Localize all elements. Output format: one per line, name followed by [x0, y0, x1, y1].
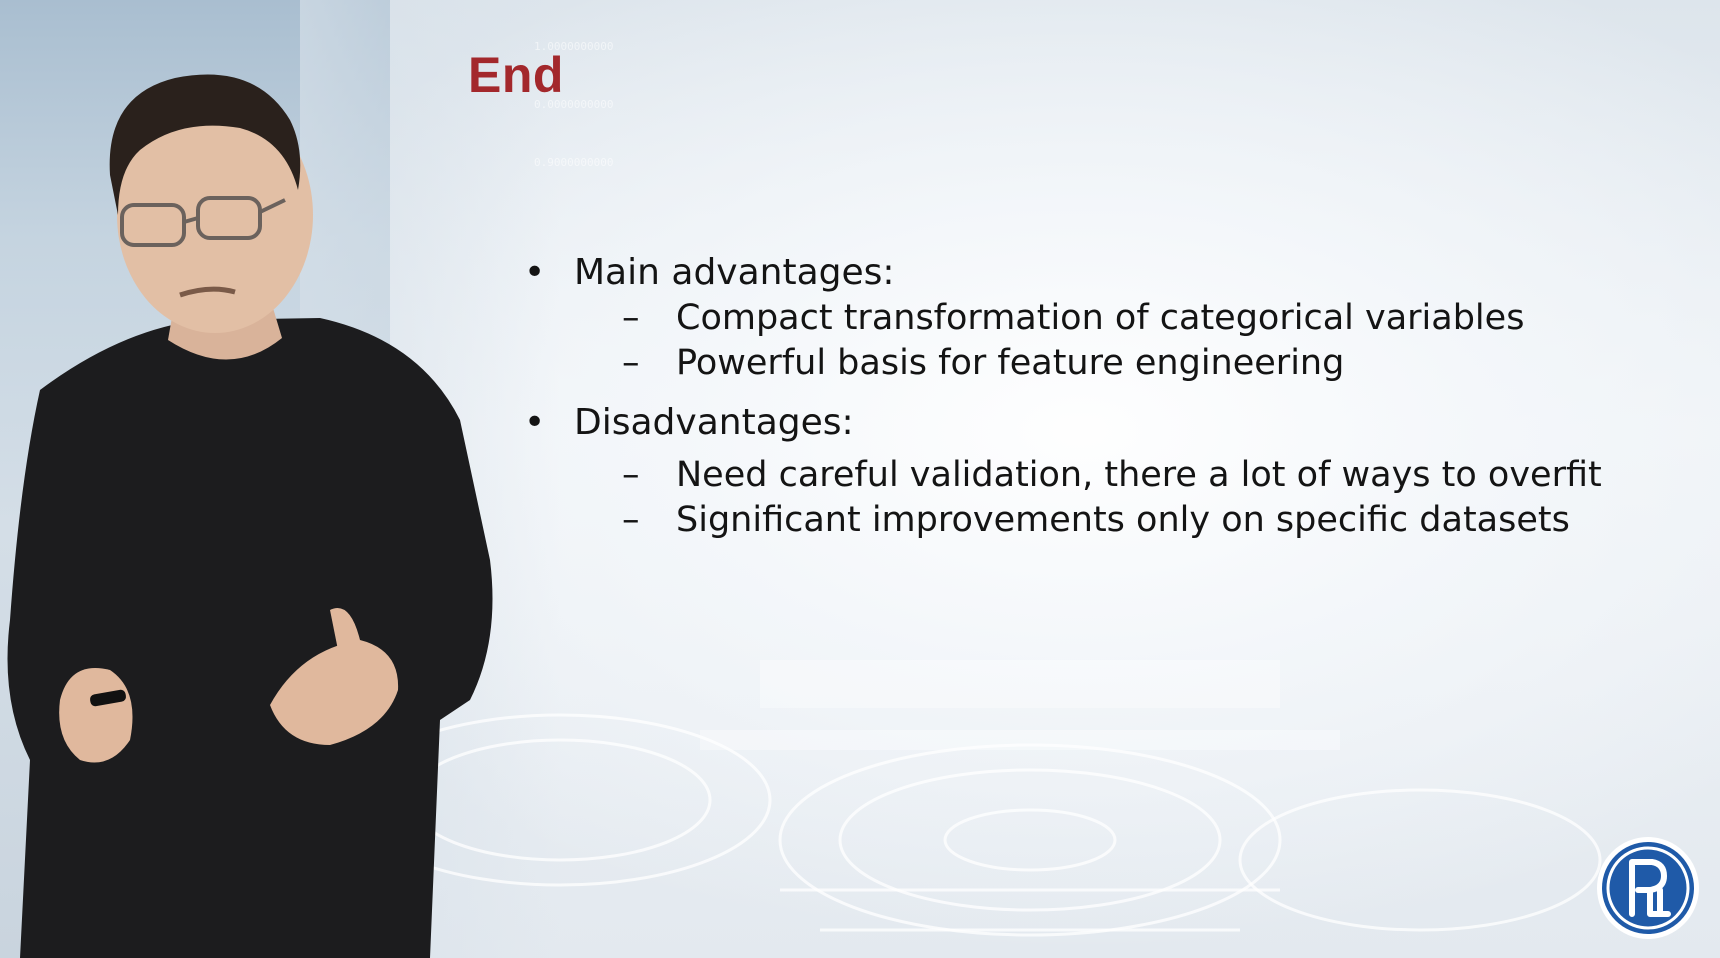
sub-item: – Compact transformation of categorical …: [622, 298, 1525, 338]
dash-icon: –: [622, 455, 640, 495]
dash-icon: –: [622, 298, 640, 338]
sub-item-text: Significant improvements only on specifi…: [676, 500, 1570, 540]
sub-item: – Significant improvements only on speci…: [622, 500, 1570, 540]
university-logo-icon: [1597, 837, 1699, 939]
bullet-disadvantages: • Disadvantages:: [524, 402, 854, 443]
video-frame: 1.0000000000 0.9000000000 0.0000000000 E…: [0, 0, 1720, 958]
presenter-figure-icon: [7, 74, 493, 958]
sub-item-text: Powerful basis for feature engineering: [676, 343, 1345, 383]
sub-item: – Powerful basis for feature engineering: [622, 343, 1345, 383]
bullet-label: Main advantages:: [574, 252, 895, 293]
bullet-main-advantages: • Main advantages:: [524, 252, 895, 293]
sub-item: – Need careful validation, there a lot o…: [622, 455, 1602, 495]
sub-item-text: Need careful validation, there a lot of …: [676, 455, 1602, 495]
sub-item-text: Compact transformation of categorical va…: [676, 298, 1525, 338]
dash-icon: –: [622, 500, 640, 540]
dash-icon: –: [622, 343, 640, 383]
bullet-label: Disadvantages:: [574, 402, 854, 443]
